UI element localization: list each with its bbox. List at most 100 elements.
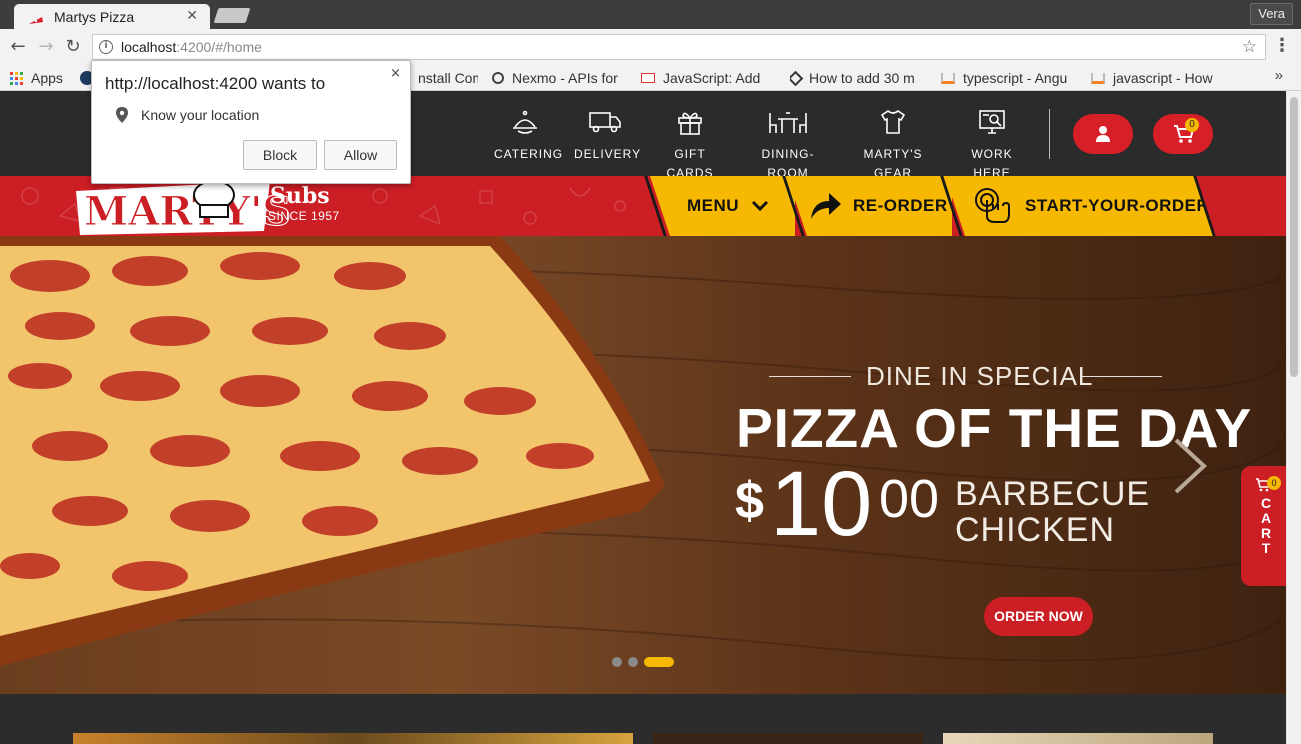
cart-vertical-label: C A R T (1260, 496, 1272, 556)
price-cents: 00 (879, 469, 940, 529)
logo-since: SINCE 1957 (268, 209, 340, 223)
gift-icon (678, 112, 702, 135)
nav-gift-cards[interactable]: GIFT CARDS (652, 107, 728, 181)
profile-button[interactable]: Vera (1250, 3, 1293, 25)
nav-delivery[interactable]: DELIVERY (574, 107, 640, 162)
reorder-button[interactable]: RE-ORDER (787, 176, 952, 236)
price-symbol: $ (735, 472, 764, 530)
cart-count-badge: 0 (1185, 118, 1199, 132)
popup-close-icon[interactable]: × (390, 66, 401, 81)
slider-dot-active[interactable] (644, 657, 674, 667)
bookmark-nexmo[interactable]: Nexmo - APIs for (492, 68, 628, 88)
nav-martys-gear[interactable]: MARTY'S GEAR (848, 107, 938, 181)
tab-close-icon[interactable]: ✕ (186, 8, 198, 24)
nav-divider (1049, 109, 1050, 159)
delivery-truck-icon (589, 112, 621, 133)
dining-table-icon (769, 112, 807, 133)
dine-in-special-text: DINE IN SPECIAL (866, 361, 1094, 391)
bookmark-label: Nexmo - APIs for (512, 70, 618, 86)
decorative-line (769, 376, 851, 377)
slider-dots (612, 657, 674, 667)
item-line-2: CHICKEN (955, 511, 1116, 549)
cart-letter: A (1260, 510, 1272, 526)
hero-slider: DINE IN SPECIAL PIZZA OF THE DAY $ 10 00… (0, 236, 1286, 694)
price-whole: 10 (770, 453, 873, 555)
bookmark-install[interactable]: nstall Com (418, 68, 478, 88)
pizza-image (0, 236, 665, 666)
bookmark-apps[interactable]: Apps (10, 68, 63, 88)
js-icon (641, 73, 655, 83)
bookmark-how-to-add[interactable]: How to add 30 m (790, 68, 928, 88)
featured-card-image[interactable] (943, 733, 1213, 744)
bookmark-label: typescript - Angu (963, 70, 1068, 86)
site-info-icon[interactable]: i (99, 40, 113, 54)
browser-menu-icon[interactable]: ⋮ (1273, 35, 1291, 56)
featured-card-image[interactable] (73, 733, 633, 744)
slider-dot[interactable] (612, 657, 622, 667)
permission-row: Know your location (116, 107, 259, 123)
location-pin-icon (116, 107, 128, 123)
logo-subs: Subs (270, 183, 330, 209)
cart-button[interactable]: 0 (1153, 114, 1213, 154)
start-order-button[interactable]: START-YOUR-ORDER (945, 176, 1215, 236)
chevron-down-icon (752, 200, 769, 212)
permission-text: Know your location (141, 107, 260, 123)
allow-button[interactable]: Allow (324, 140, 397, 170)
nav-catering[interactable]: CATERING (494, 107, 562, 162)
tshirt-icon (880, 110, 906, 134)
back-arrow-icon[interactable]: ← (7, 36, 29, 58)
special-item-name: BARBECUE CHICKEN (955, 476, 1150, 548)
account-button[interactable] (1073, 114, 1133, 154)
codepen-icon (790, 70, 804, 86)
url-path: :4200/#/home (176, 39, 262, 55)
logo-text: MARTY'S (84, 188, 291, 235)
url-host: localhost (121, 39, 177, 55)
order-now-button[interactable]: ORDER NOW (984, 597, 1093, 636)
address-bar[interactable]: i localhost :4200/#/home ☆ (92, 34, 1266, 60)
cart-letter: C (1260, 495, 1272, 511)
bookmark-label: Apps (31, 70, 63, 86)
pizza-favicon-icon (28, 11, 44, 24)
bookmark-typescript[interactable]: typescript - Angu (941, 68, 1077, 88)
bookmark-label: nstall Com (418, 70, 478, 86)
menu-button[interactable]: MENU (650, 176, 795, 236)
webpage: CATERING DELIVERY GIFT CARDS DINING-ROOM… (0, 91, 1286, 744)
location-permission-popup: http://localhost:4200 wants to × Know yo… (91, 60, 411, 184)
menu-label: MENU (687, 196, 740, 215)
new-tab-button[interactable] (213, 8, 251, 23)
browser-tab[interactable]: Martys Pizza ✕ (14, 4, 210, 29)
forward-arrow-icon[interactable]: → (35, 36, 57, 58)
start-order-label: START-YOUR-ORDER (1025, 196, 1210, 215)
nav-label: CATERING (494, 147, 564, 161)
item-line-1: BARBECUE (955, 475, 1151, 513)
reorder-arrow-icon (811, 193, 841, 219)
catering-icon (513, 110, 537, 134)
decorative-line (1082, 376, 1162, 377)
side-cart-count-badge: 0 (1267, 476, 1281, 490)
page-scrollbar[interactable] (1286, 91, 1301, 744)
tab-title: Martys Pizza (54, 8, 135, 25)
nav-work-here[interactable]: WORK HERE (956, 107, 1028, 181)
stackoverflow-icon (1091, 72, 1105, 84)
nexmo-icon (492, 72, 504, 84)
scrollbar-thumb[interactable] (1290, 97, 1298, 377)
featured-card-image[interactable] (653, 733, 923, 744)
touch-hand-icon (975, 188, 1010, 223)
popup-title: http://localhost:4200 wants to (105, 74, 326, 93)
reload-icon[interactable]: ↻ (62, 36, 84, 58)
cart-letter: T (1261, 540, 1271, 556)
bookmark-star-icon[interactable]: ☆ (1242, 37, 1257, 57)
nav-dining-room[interactable]: DINING-ROOM (744, 107, 832, 181)
bookmark-javascript-how[interactable]: javascript - How (1091, 68, 1225, 88)
reorder-label: RE-ORDER (853, 196, 948, 215)
slider-next-arrow-icon[interactable] (1170, 436, 1210, 496)
browser-tab-strip: Martys Pizza ✕ Vera (0, 0, 1301, 29)
block-button[interactable]: Block (243, 140, 317, 170)
slider-dot[interactable] (628, 657, 638, 667)
more-bookmarks-button[interactable]: » (1275, 67, 1283, 84)
cart-letter: R (1260, 525, 1272, 541)
bookmark-javascript-add[interactable]: JavaScript: Add (641, 68, 773, 88)
stackoverflow-icon (941, 72, 955, 84)
user-icon (1096, 126, 1110, 142)
side-cart-tab[interactable]: 0 C A R T (1241, 466, 1286, 586)
